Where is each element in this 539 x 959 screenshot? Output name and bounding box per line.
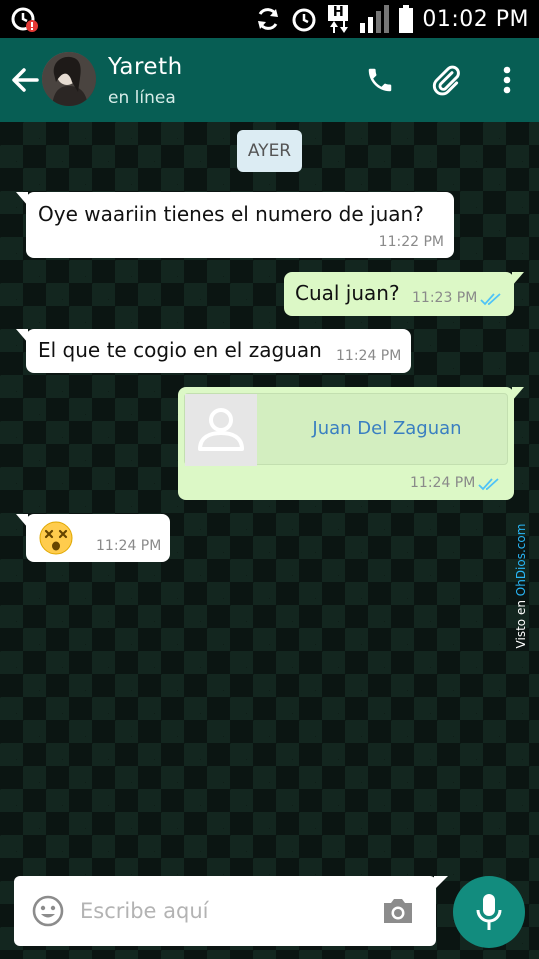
emoji-icon[interactable] — [30, 893, 66, 929]
contact-name[interactable]: Yareth — [108, 54, 183, 80]
contact-avatar[interactable] — [42, 52, 96, 106]
arrow-left-icon — [12, 68, 39, 92]
message-time: 11:22 PM — [378, 234, 444, 250]
sync-icon — [258, 8, 279, 30]
message-outgoing[interactable]: Cual juan? 11:23 PM — [284, 272, 524, 316]
avatar-photo — [42, 52, 96, 106]
back-button[interactable] — [8, 62, 42, 98]
message-composer — [14, 876, 448, 946]
microphone-icon — [476, 894, 502, 930]
message-time: 11:24 PM — [336, 348, 402, 364]
call-button[interactable] — [360, 60, 400, 100]
message-input[interactable] — [80, 894, 370, 928]
watermark: Visto en OhDios.com — [513, 512, 535, 662]
read-ticks-icon — [478, 478, 499, 491]
message-incoming-emoji[interactable]: 11:24 PM — [16, 514, 170, 562]
read-ticks-icon — [480, 293, 501, 306]
status-bar: H 01:02 PM — [0, 0, 539, 38]
battery-icon — [399, 5, 414, 33]
message-time: 11:24 PM — [96, 538, 162, 554]
network-type-indicator: H — [326, 5, 352, 33]
shared-contact-name[interactable]: Juan Del Zaguan — [277, 418, 497, 439]
phone-icon — [368, 68, 392, 92]
contact-status: en línea — [108, 88, 176, 108]
person-placeholder-icon — [198, 408, 244, 451]
camera-icon[interactable] — [380, 895, 416, 927]
contact-card-avatar — [185, 394, 257, 466]
alarm-icon — [292, 8, 316, 32]
watermark-prefix: Visto en — [514, 596, 528, 649]
chat-header: Yareth en línea — [0, 38, 539, 122]
chat-area[interactable]: AYER Oye waariin tienes el numero de jua… — [0, 122, 539, 959]
clock: 01:02 PM — [422, 6, 529, 32]
message-incoming[interactable]: El que te cogio en el zaguan 11:24 PM — [16, 329, 411, 373]
attach-button[interactable] — [426, 60, 466, 100]
dizzy-face-emoji-icon — [39, 521, 73, 555]
data-arrows-icon — [330, 21, 349, 33]
date-divider: AYER — [237, 130, 302, 172]
message-incoming[interactable]: Oye waariin tienes el numero de juan? 11… — [16, 192, 454, 258]
signal-icon — [360, 5, 390, 33]
shared-contact-card[interactable]: Juan Del Zaguan — [184, 393, 508, 466]
alarm-notification-icon — [11, 7, 38, 32]
message-time: 11:24 PM — [410, 475, 476, 491]
voice-message-button[interactable] — [453, 876, 525, 948]
message-outgoing-contact[interactable]: Juan Del Zaguan 11:24 PM — [178, 387, 524, 500]
message-text: El que te cogio en el zaguan — [38, 338, 322, 362]
message-time: 11:23 PM — [412, 290, 478, 306]
network-type-label: H — [328, 5, 349, 21]
more-vertical-icon — [503, 66, 511, 94]
message-text: Cual juan? — [295, 281, 400, 305]
message-text: Oye waariin tienes el numero de juan? — [38, 202, 424, 226]
paperclip-icon — [432, 65, 460, 96]
watermark-brand: OhDios.com — [514, 523, 528, 597]
menu-button[interactable] — [487, 60, 527, 100]
